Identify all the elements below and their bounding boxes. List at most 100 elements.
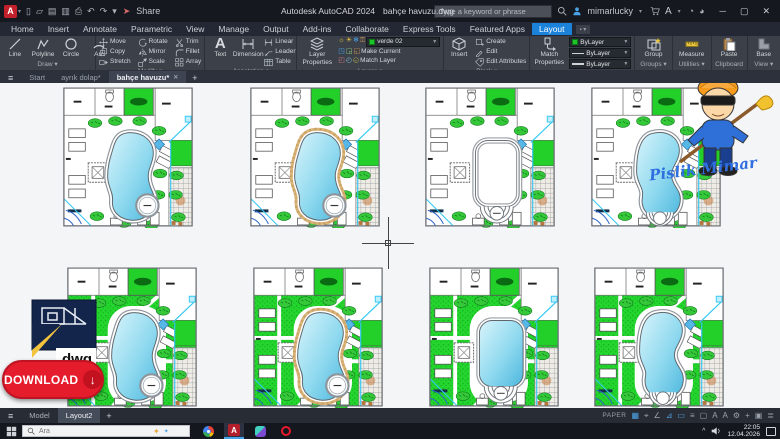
layer-lock-icon[interactable]: ⚿ bbox=[360, 37, 365, 47]
close-button[interactable]: ✕ bbox=[762, 6, 770, 17]
copy-tool[interactable]: Copy bbox=[99, 47, 131, 57]
text-tool[interactable]: A Text bbox=[208, 37, 232, 59]
redo-icon[interactable]: ↷ bbox=[100, 6, 108, 17]
edit-attributes-tool[interactable]: Edit Attributes bbox=[475, 57, 526, 67]
layer-state-icon-5[interactable]: ◴ bbox=[346, 57, 352, 65]
tab-insert[interactable]: Insert bbox=[41, 23, 76, 35]
user-menu-caret-icon[interactable]: ▾ bbox=[639, 8, 642, 15]
grid-icon[interactable]: ▦ bbox=[631, 411, 639, 421]
rotate-tool[interactable]: Rotate bbox=[138, 37, 168, 47]
fillet-tool[interactable]: Fillet bbox=[175, 47, 202, 57]
layer-state-icon-4[interactable]: ◰ bbox=[338, 57, 345, 65]
plan-thumbnail-6[interactable] bbox=[252, 266, 384, 408]
notifications-icon[interactable]: ◕ bbox=[699, 6, 704, 16]
edit-block-tool[interactable]: Edit bbox=[475, 47, 526, 57]
panel-title-properties[interactable]: Properties ▾ bbox=[533, 69, 631, 70]
qat-dropdown-icon[interactable]: ▾ bbox=[112, 6, 117, 17]
plan-thumbnail-3[interactable] bbox=[424, 86, 556, 228]
panel-title-utilities[interactable]: Utilities ▾ bbox=[676, 60, 708, 70]
dimension-tool[interactable]: Dimension bbox=[236, 37, 260, 59]
move-tool[interactable]: Move bbox=[99, 37, 131, 47]
plan-thumbnail-1[interactable] bbox=[62, 86, 194, 228]
layer-dropdown[interactable]: verde 02 ▼ bbox=[366, 37, 440, 47]
mirror-tool[interactable]: Mirror bbox=[138, 47, 168, 57]
tab-layout[interactable]: Layout bbox=[532, 23, 572, 35]
taskbar-app-game[interactable] bbox=[250, 423, 270, 439]
lineweight-icon[interactable]: ≡ bbox=[690, 411, 695, 421]
download-button[interactable]: DOWNLOAD ↓ bbox=[2, 360, 104, 399]
layer-freeze-icon[interactable]: ❄ bbox=[353, 37, 359, 47]
taskbar-search[interactable]: ✦ ✦ bbox=[22, 425, 190, 437]
panel-title-clipboard[interactable]: Clipboard bbox=[715, 61, 744, 70]
taskbar-app-opera[interactable] bbox=[276, 423, 296, 439]
tab-express-tools[interactable]: Express Tools bbox=[396, 23, 463, 35]
save-as-icon[interactable]: ▥ bbox=[61, 6, 70, 17]
layout-tabs-menu-icon[interactable]: ≡ bbox=[0, 411, 21, 421]
isodraft-icon[interactable]: ⊿ bbox=[666, 411, 673, 421]
tab-featured-apps[interactable]: Featured Apps bbox=[463, 23, 532, 35]
layer-state-icon-2[interactable]: ◲ bbox=[346, 48, 353, 56]
customize-icon[interactable]: ≣ bbox=[767, 411, 774, 421]
help-icon[interactable]: ◔ bbox=[689, 6, 694, 16]
tab-parametric[interactable]: Parametric bbox=[124, 23, 179, 35]
save-icon[interactable]: ▤ bbox=[48, 6, 57, 17]
scale-tool[interactable]: Scale bbox=[138, 57, 168, 67]
annotation-scale-icon[interactable]: A bbox=[723, 411, 728, 421]
plan-thumbnail-8[interactable] bbox=[593, 266, 725, 408]
insert-tool[interactable]: Insert bbox=[447, 37, 471, 59]
undo-icon[interactable]: ↶ bbox=[87, 6, 95, 17]
new-file-icon[interactable]: ▯ bbox=[26, 6, 31, 17]
match-layer-tool[interactable]: Match Layer bbox=[360, 57, 396, 65]
lineweight-dropdown[interactable]: ByLayer ▼ bbox=[569, 59, 631, 69]
paste-tool[interactable]: Paste bbox=[717, 37, 741, 59]
isolate-objects-icon[interactable]: + bbox=[745, 411, 750, 421]
file-tab-bahce-havuzu[interactable]: bahçe havuzu* ✕ bbox=[109, 71, 187, 83]
autodesk-assistant-icon[interactable]: A bbox=[665, 6, 672, 17]
circle-tool[interactable]: Circle bbox=[59, 37, 83, 59]
plan-thumbnail-7[interactable] bbox=[428, 266, 560, 408]
app-menu-caret-icon[interactable]: ▾ bbox=[18, 8, 21, 15]
file-tabs-menu-icon[interactable]: ≡ bbox=[0, 73, 21, 83]
layer-on-icon[interactable]: ☼ bbox=[338, 37, 344, 47]
layout-tab-model[interactable]: Model bbox=[21, 408, 57, 423]
array-tool[interactable]: Array bbox=[175, 57, 202, 67]
selection-cycling-icon[interactable]: ▢ bbox=[700, 411, 708, 421]
create-block-tool[interactable]: Create bbox=[475, 37, 526, 47]
tab-add-ins[interactable]: Add-ins bbox=[296, 23, 339, 35]
new-layout-button[interactable]: + bbox=[100, 411, 117, 421]
base-tool[interactable]: Base bbox=[752, 37, 776, 59]
plan-thumbnail-2[interactable] bbox=[249, 86, 381, 228]
share-button[interactable]: Share bbox=[136, 6, 160, 16]
action-center-icon[interactable] bbox=[766, 427, 776, 436]
ribbon-options-caret-icon[interactable]: ▪ ▾ bbox=[576, 25, 591, 34]
new-file-tab-button[interactable]: + bbox=[186, 73, 203, 83]
paper-space-label[interactable]: PAPER bbox=[602, 412, 626, 419]
file-tab-ayrik-dolap[interactable]: ayrık dolap* bbox=[53, 71, 109, 83]
panel-title-annotation[interactable]: Annotation ▾ bbox=[208, 67, 293, 70]
restore-button[interactable]: ▢ bbox=[740, 6, 749, 17]
layout-tab-layout2[interactable]: Layout2 bbox=[58, 408, 101, 423]
tab-manage[interactable]: Manage bbox=[211, 23, 256, 35]
taskbar-app-autocad[interactable]: A bbox=[224, 423, 244, 439]
file-tab-start[interactable]: Start bbox=[21, 71, 53, 83]
layer-state-icon-6[interactable]: ◵ bbox=[353, 57, 359, 65]
search-icon[interactable] bbox=[557, 6, 567, 16]
layer-state-icon-1[interactable]: ◳ bbox=[338, 48, 345, 56]
open-file-icon[interactable]: ▱ bbox=[36, 6, 43, 17]
taskbar-search-input[interactable] bbox=[39, 428, 149, 435]
panel-title-draw[interactable]: Draw ▾ bbox=[3, 60, 92, 70]
group-tool[interactable]: Group bbox=[642, 37, 666, 59]
polyline-tool[interactable]: Polyline bbox=[31, 37, 55, 59]
object-color-dropdown[interactable]: ByLayer ▼ bbox=[569, 37, 631, 47]
username[interactable]: mimarlucky bbox=[587, 6, 633, 16]
panel-title-modify[interactable]: Modify ▾ bbox=[99, 67, 201, 70]
start-button[interactable] bbox=[0, 423, 22, 439]
close-tab-icon[interactable]: ✕ bbox=[173, 74, 178, 81]
minimize-button[interactable]: ─ bbox=[720, 6, 726, 17]
tab-collaborate[interactable]: Collaborate bbox=[338, 23, 395, 35]
clean-screen-icon[interactable]: ▣ bbox=[755, 411, 763, 421]
trim-tool[interactable]: Trim bbox=[175, 37, 202, 47]
stretch-tool[interactable]: Stretch bbox=[99, 57, 131, 67]
taskbar-clock[interactable]: 22:05 12.04.2026 bbox=[727, 424, 760, 438]
layer-properties-tool[interactable]: Layer Properties bbox=[300, 37, 334, 67]
